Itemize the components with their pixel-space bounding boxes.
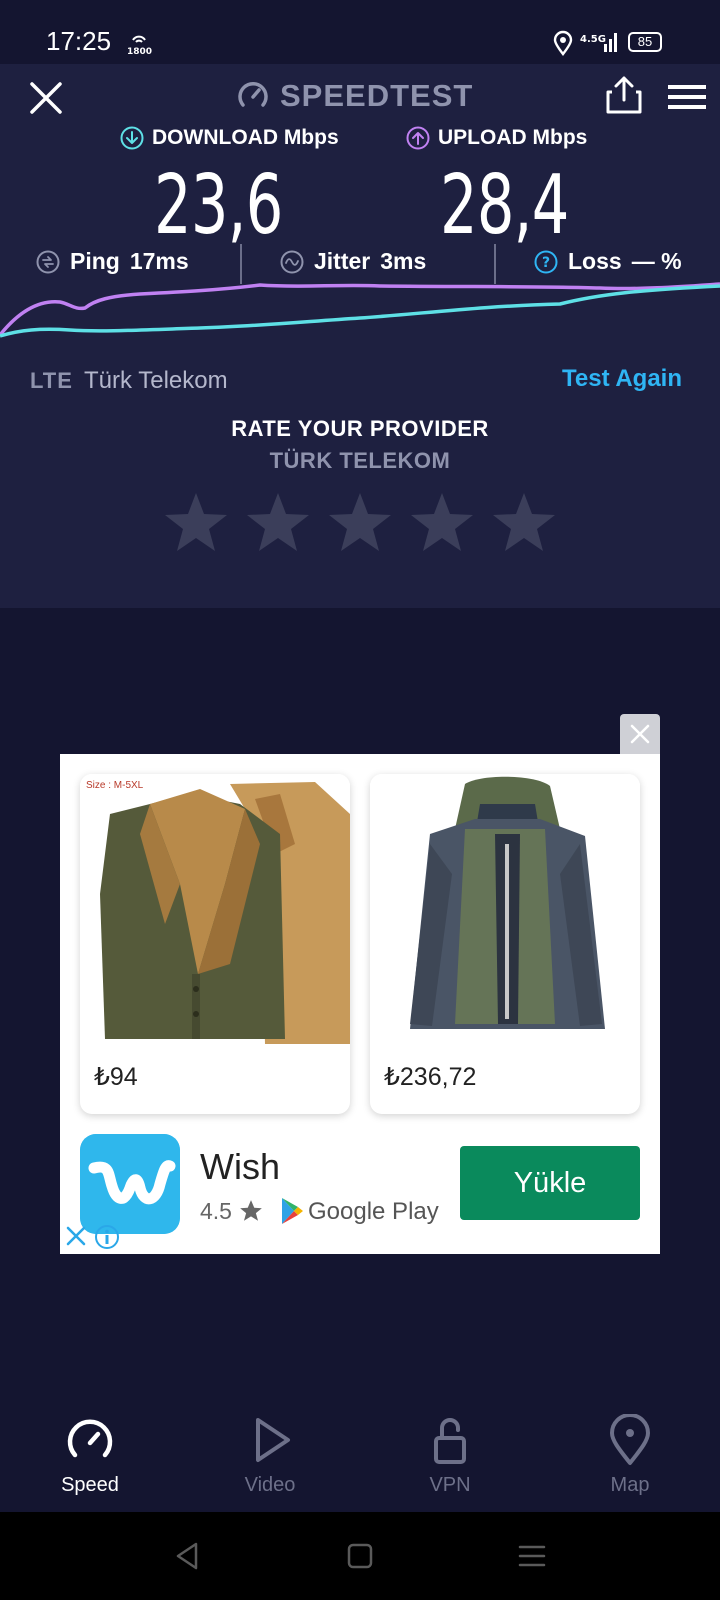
loss-stat[interactable]: ? Loss — %	[534, 248, 682, 275]
product-price: ₺236,72	[384, 1063, 477, 1091]
divider	[494, 244, 496, 284]
ping-icon	[36, 250, 60, 273]
parka-image	[370, 774, 640, 1044]
wish-logo-icon	[80, 1134, 180, 1234]
close-icon[interactable]	[24, 76, 68, 120]
speedtest-logo-icon	[238, 81, 268, 107]
download-graph-line	[0, 284, 720, 338]
map-pin-icon	[610, 1414, 650, 1465]
star-icon-3[interactable]	[328, 490, 392, 554]
ad-product-card[interactable]: ₺236,72	[370, 774, 640, 1114]
upload-graph-line	[0, 282, 720, 337]
nav-video[interactable]: Video	[210, 1414, 330, 1497]
app-title: SPEEDTEST	[280, 78, 474, 113]
download-value: 23,6	[154, 158, 283, 253]
star-icon-1[interactable]	[164, 490, 228, 554]
lock-open-icon	[434, 1418, 466, 1464]
rate-provider-title: RATE YOUR PROVIDER	[231, 416, 489, 441]
svg-text:?: ?	[542, 255, 550, 271]
speed-graph	[0, 282, 720, 338]
back-icon[interactable]	[170, 1538, 206, 1574]
nav-vpn[interactable]: VPN	[390, 1414, 510, 1497]
size-tag: Size : M-5XL	[86, 780, 144, 791]
battery-indicator: 85	[628, 32, 662, 52]
ping-label: Ping	[70, 248, 120, 274]
star-icon-4[interactable]	[410, 490, 474, 554]
loss-value: — %	[631, 248, 682, 274]
download-header: DOWNLOAD Mbps	[120, 126, 339, 150]
nav-map[interactable]: Map	[570, 1414, 690, 1497]
star-icon-2[interactable]	[246, 490, 310, 554]
ad-dismiss-icon[interactable]	[64, 1224, 88, 1248]
product-price: ₺94	[94, 1063, 138, 1091]
help-icon[interactable]: ?	[534, 250, 558, 274]
upload-header: UPLOAD Mbps	[406, 126, 587, 150]
nav-speed-label: Speed	[61, 1474, 119, 1496]
play-icon	[256, 1418, 290, 1462]
ad-product-card[interactable]: Size : M-5XL ₺94	[80, 774, 350, 1114]
status-time: 17:25	[46, 26, 112, 56]
ad-close-icon[interactable]	[620, 714, 660, 754]
upload-arrow-icon	[406, 126, 430, 150]
rate-provider-name: TÜRK TELEKOM	[269, 448, 451, 473]
download-label: DOWNLOAD Mbps	[152, 126, 339, 149]
jacket-image: Size : M-5XL	[80, 774, 350, 1044]
divider	[240, 244, 242, 284]
loss-label: Loss	[568, 248, 622, 274]
star-rating	[164, 490, 556, 554]
jitter-stat: Jitter 3ms	[280, 248, 426, 275]
app-name: Wish	[200, 1146, 280, 1187]
install-button[interactable]: Yükle	[460, 1146, 640, 1220]
share-icon[interactable]	[604, 74, 644, 116]
battery-level: 85	[637, 34, 653, 49]
home-icon[interactable]	[342, 1538, 378, 1574]
nav-vpn-label: VPN	[429, 1474, 471, 1496]
jitter-value: 3ms	[380, 248, 427, 274]
recent-apps-icon[interactable]	[514, 1538, 550, 1574]
test-again-button[interactable]: Test Again	[562, 365, 682, 393]
store-name: Google Play	[308, 1198, 439, 1225]
connection-type: LTE	[30, 368, 73, 393]
svg-text:4.5G: 4.5G	[580, 34, 606, 45]
upload-label: UPLOAD Mbps	[438, 126, 588, 149]
hotspot-icon: 1800	[127, 35, 152, 56]
jitter-label: Jitter	[314, 248, 371, 274]
signal-icon: 4.5G	[580, 33, 617, 52]
ping-stat: Ping 17ms	[36, 248, 189, 275]
nav-speed[interactable]: Speed	[30, 1414, 150, 1497]
download-arrow-icon	[120, 126, 144, 150]
jitter-icon	[280, 250, 304, 273]
nav-map-label: Map	[610, 1474, 650, 1496]
google-play-icon	[282, 1198, 303, 1224]
upload-value: 28,4	[440, 158, 569, 253]
nav-video-label: Video	[244, 1474, 296, 1496]
speedometer-icon	[67, 1419, 113, 1458]
bottom-navigation: Speed Video VPN Map	[0, 1400, 720, 1512]
ad-info-icon[interactable]	[94, 1224, 120, 1250]
svg-text:1800: 1800	[127, 47, 152, 56]
star-icon-5[interactable]	[492, 490, 556, 554]
ad-banner[interactable]: Size : M-5XL ₺94 ₺236,72 Wish 4.5 Google…	[60, 754, 660, 1254]
menu-icon[interactable]	[668, 82, 706, 112]
provider-name: Türk Telekom	[84, 367, 228, 394]
rating-star-icon	[240, 1200, 262, 1221]
app-rating: 4.5	[200, 1198, 232, 1224]
system-navigation-bar	[0, 1512, 720, 1600]
ping-value: 17ms	[129, 248, 189, 274]
location-icon	[553, 30, 573, 56]
